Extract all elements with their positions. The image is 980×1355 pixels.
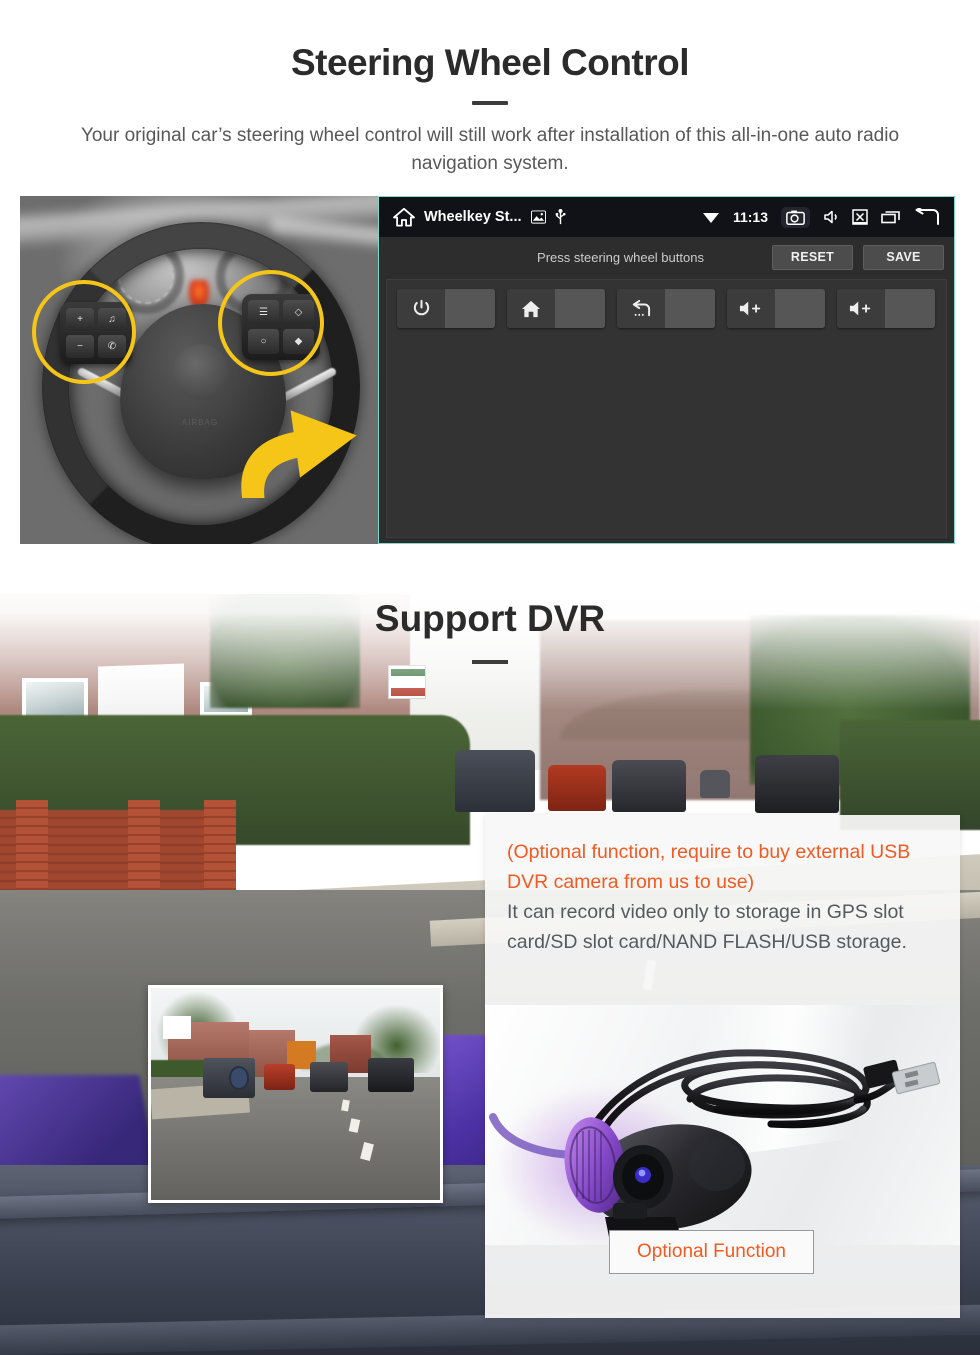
key-value-back[interactable]	[665, 289, 715, 328]
car-ahead	[612, 760, 686, 812]
dvr-info-text: (Optional function, require to buy exter…	[507, 837, 939, 957]
home-icon[interactable]	[393, 207, 415, 227]
parked-car	[700, 770, 730, 798]
section1-subtitle: Your original car’s steering wheel contr…	[80, 125, 900, 174]
android-status-bar: Wheelkey St... 11:13	[379, 197, 954, 237]
key-cell-home[interactable]	[507, 289, 605, 328]
wheelkey-mapping-area	[386, 279, 947, 538]
head-unit-screenshot: Wheelkey St... 11:13 Press steering whee…	[378, 196, 955, 544]
home-icon	[507, 289, 555, 328]
horn-pad	[173, 344, 229, 400]
steering-wheel-photo: AIRBAG + ♫ − ✆ ☰ ◇ ○ ◆	[20, 196, 378, 544]
key-value-volume-up-1[interactable]	[775, 289, 825, 328]
recent-apps-icon[interactable]	[881, 210, 901, 224]
title-divider	[472, 101, 508, 105]
section1-title: Steering Wheel Control	[290, 42, 690, 83]
parked-car	[548, 765, 606, 811]
screenshot-camera-icon[interactable]	[781, 206, 810, 228]
top-white-band	[0, 560, 980, 594]
section-support-dvr: Support DVR (Optional function, require …	[0, 560, 980, 1355]
key-cell-back[interactable]	[617, 289, 715, 328]
volume-up-icon	[727, 289, 775, 328]
oncoming-car	[755, 755, 839, 813]
usb-dvr-camera-image	[485, 1005, 960, 1245]
key-cell-volume-up-1[interactable]	[727, 289, 825, 328]
key-value-volume-up-2[interactable]	[885, 289, 935, 328]
dvr-note-storage: It can record video only to storage in G…	[507, 901, 907, 953]
product-detail-page: Steering Wheel Control Your original car…	[0, 0, 980, 1355]
image-icon	[530, 210, 546, 224]
wheelkey-row	[387, 280, 946, 337]
volume-mute-icon[interactable]	[823, 209, 839, 225]
key-value-home[interactable]	[555, 289, 605, 328]
clock-time: 11:13	[732, 209, 768, 225]
airbag-label: AIRBAG	[181, 418, 219, 427]
key-value-power[interactable]	[445, 289, 495, 328]
optional-function-button[interactable]: Optional Function	[609, 1230, 814, 1274]
highlight-circle-right	[218, 270, 324, 376]
title-divider	[472, 660, 508, 664]
reset-button[interactable]: RESET	[772, 244, 853, 270]
back-icon	[617, 289, 665, 328]
for-sale-sign	[388, 665, 426, 699]
close-box-icon[interactable]	[852, 209, 868, 225]
key-cell-volume-up-2[interactable]	[837, 289, 935, 328]
power-icon	[397, 289, 445, 328]
key-cell-power[interactable]	[397, 289, 495, 328]
dvr-note-optional: (Optional function, require to buy exter…	[507, 841, 911, 893]
app-title: Wheelkey St...	[424, 209, 522, 225]
parked-car	[455, 750, 535, 812]
save-button[interactable]: SAVE	[863, 244, 944, 270]
section2-title: Support DVR	[374, 598, 606, 639]
section-steering-wheel-control: Steering Wheel Control Your original car…	[0, 0, 980, 560]
wifi-icon	[702, 210, 720, 224]
volume-up-icon	[837, 289, 885, 328]
hedge-right	[840, 720, 980, 830]
dvr-info-panel: (Optional function, require to buy exter…	[485, 815, 960, 1318]
dashcam-preview-inset	[148, 985, 443, 1203]
highlight-circle-left	[32, 280, 136, 384]
pointing-arrow	[230, 388, 378, 498]
usb-icon	[555, 209, 566, 225]
back-arrow-icon[interactable]	[914, 208, 940, 226]
wheelkey-toolbar: Press steering wheel buttons RESET SAVE	[379, 237, 954, 277]
toolbar-hint: Press steering wheel buttons	[537, 249, 704, 265]
